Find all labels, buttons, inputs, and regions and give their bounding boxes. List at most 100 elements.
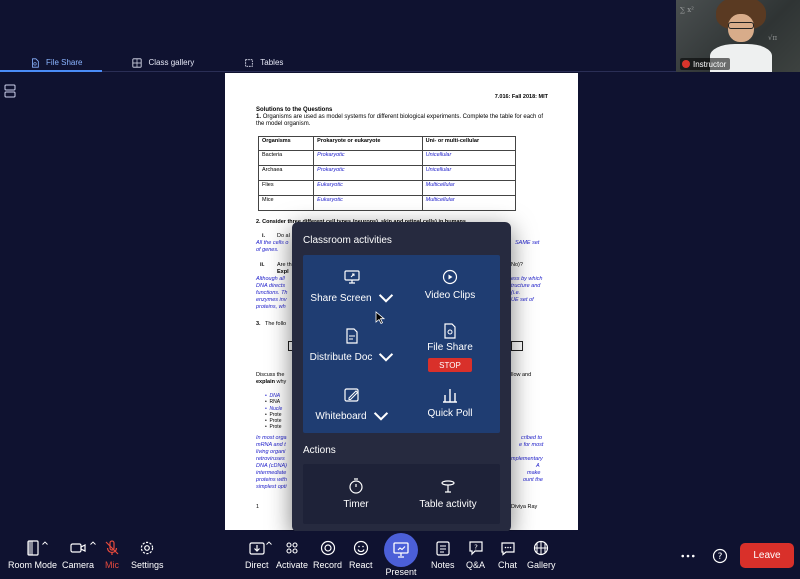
file-share-label: File Share: [427, 342, 473, 353]
table-row: Mice Eukaryotic Multicellular: [257, 195, 517, 211]
instructor-name-label: Instructor: [680, 58, 731, 70]
caret-up-icon[interactable]: [90, 541, 96, 545]
tab-tables[interactable]: Tables: [214, 54, 303, 71]
gallery-icon: [132, 57, 143, 68]
chevron-down-icon[interactable]: [378, 349, 394, 365]
mic-label: Mic: [105, 560, 119, 570]
answer-line-right: tructure and: [511, 283, 541, 289]
video-clips-button[interactable]: Video Clips: [401, 257, 499, 315]
timer-icon: [349, 478, 363, 494]
popup-title: Classroom activities: [303, 235, 392, 246]
answer-line: functions. Th: [256, 290, 288, 296]
layout-toggle-icon[interactable]: [4, 84, 16, 98]
classroom-activities-popup: Classroom activities Share Screen Video …: [292, 222, 511, 532]
file-share-icon: [444, 323, 456, 339]
q2-i-number: i.: [262, 233, 266, 239]
q2-i-answer: All the cells o: [256, 240, 289, 246]
q3-number: 3.: [256, 321, 261, 327]
svg-text:?: ?: [718, 552, 723, 562]
tab-file-share[interactable]: File Share: [0, 54, 103, 72]
mic-muted-icon: [105, 540, 119, 555]
table-row: Bacteria Prokaryotic Unicellular: [257, 150, 517, 166]
doc-author: Diviya Ray: [511, 504, 538, 510]
table-cell: Prokaryotic: [313, 150, 423, 166]
leave-button[interactable]: Leave: [740, 543, 794, 568]
table-header: Prokaryote or eukaryote: [313, 136, 423, 151]
answer-line: DNA directs: [256, 283, 286, 289]
table-activity-button[interactable]: Table activity: [405, 464, 491, 524]
caret-up-icon[interactable]: [266, 541, 272, 545]
help-button[interactable]: ?: [711, 547, 729, 565]
settings-button[interactable]: Settings: [131, 540, 164, 570]
file-share-icon: [32, 57, 39, 68]
answer-line-right: e for most: [519, 442, 544, 448]
distribute-doc-icon: [346, 328, 358, 344]
whiteboard-button[interactable]: Whiteboard: [303, 375, 401, 433]
quick-poll-icon: [443, 389, 457, 403]
svg-text:?: ?: [474, 544, 478, 552]
tab-label: Tables: [260, 58, 284, 67]
timer-button[interactable]: Timer: [331, 464, 381, 524]
table-cell: Eukaryotic: [313, 180, 423, 196]
caret-up-icon[interactable]: [42, 541, 48, 545]
instructor-glasses: [728, 22, 754, 29]
answer-line-right: make: [527, 470, 541, 476]
page-number: 1: [256, 504, 260, 510]
chat-button[interactable]: Chat: [498, 540, 517, 570]
table-activity-label: Table activity: [419, 499, 477, 510]
chevron-down-icon[interactable]: [378, 290, 394, 306]
gallery-button[interactable]: Gallery: [527, 540, 556, 570]
quick-poll-button[interactable]: Quick Poll: [401, 375, 499, 433]
notes-button[interactable]: Notes: [431, 540, 455, 570]
table-row: Flies Eukaryotic Multicellular: [257, 180, 517, 196]
q1-text: Organisms are used as model systems for …: [256, 114, 544, 127]
answer-line-right: mplementary: [511, 456, 543, 462]
more-options-button[interactable]: [679, 547, 697, 565]
answer-line-right: ess by which: [511, 276, 543, 282]
answer-line-right: A: [536, 463, 540, 469]
camera-label: Camera: [62, 560, 95, 570]
table-cell: Flies: [257, 180, 315, 196]
record-button[interactable]: Record: [313, 540, 342, 570]
activate-icon: [286, 542, 298, 554]
explain-bold: explain: [256, 379, 275, 385]
q2-ii-explain: Expl: [277, 269, 289, 275]
bullet-list: • DNA • RNA • Nucle • Prote • Prote • Pr…: [265, 393, 282, 431]
chat-label: Chat: [498, 560, 518, 570]
video-clips-icon: [442, 269, 458, 285]
chat-icon: [500, 542, 515, 556]
present-label: Present: [385, 567, 417, 577]
table-cell: Unicellular: [421, 150, 517, 166]
direct-icon: [249, 542, 265, 555]
direct-button[interactable]: Direct: [245, 540, 269, 570]
organism-table: Organisms Prokaryote or eukaryote Uni- o…: [257, 136, 517, 211]
chalk-writing: ∑ x²: [680, 6, 694, 14]
table-cell: Unicellular: [421, 165, 517, 181]
react-label: React: [349, 560, 373, 570]
answer-line: proteins with: [256, 477, 287, 483]
room-mode-icon: [26, 540, 39, 556]
present-button[interactable]: [384, 533, 418, 567]
whiteboard-label: Whiteboard: [315, 410, 367, 422]
answer-line: enzymes inv: [256, 297, 287, 303]
room-mode-button[interactable]: Room Mode: [8, 540, 57, 570]
tab-class-gallery[interactable]: Class gallery: [102, 54, 214, 71]
activate-button[interactable]: Activate: [276, 540, 308, 570]
file-share-button[interactable]: File Share STOP: [401, 316, 499, 374]
help-icon: ?: [712, 548, 728, 564]
instructor-video-tile[interactable]: ∑ x² √π Instructor: [676, 0, 800, 72]
react-button[interactable]: React: [349, 540, 373, 570]
distribute-doc-button[interactable]: Distribute Doc: [303, 316, 401, 374]
share-screen-button[interactable]: Share Screen: [303, 257, 401, 315]
answer-line: proteins, wh: [256, 304, 286, 310]
list-item: • Prote: [265, 424, 282, 431]
mic-button[interactable]: Mic: [104, 540, 120, 570]
room-mode-label: Room Mode: [8, 560, 58, 570]
stop-file-share-button[interactable]: STOP: [428, 358, 472, 372]
settings-label: Settings: [131, 560, 164, 570]
mouse-cursor-icon: [375, 311, 385, 325]
chevron-down-icon[interactable]: [373, 408, 389, 424]
qa-button[interactable]: ? Q&A: [466, 540, 485, 570]
activities-grid: Share Screen Video Clips Distribute Doc …: [303, 255, 500, 433]
table-cell: Prokaryotic: [313, 165, 423, 181]
